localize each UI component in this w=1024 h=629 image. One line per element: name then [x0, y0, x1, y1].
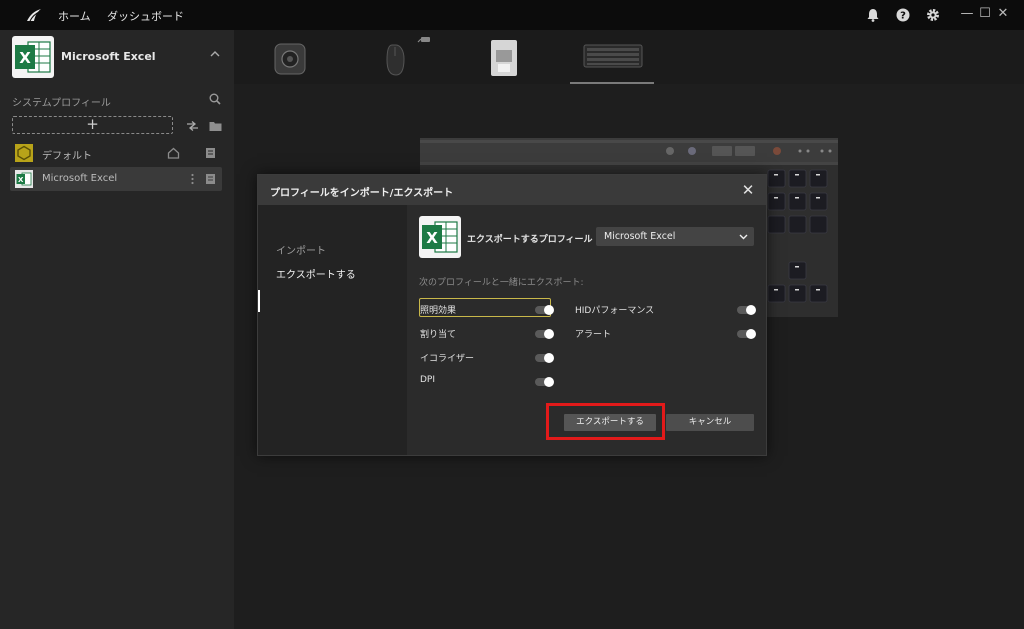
highlight-annotation-frame	[546, 403, 665, 440]
option-assignments-label: 割り当て	[420, 330, 457, 340]
import-export-dialog: プロフィールをインポート/エクスポート ✕ インポート エクスポートする X エ…	[257, 174, 767, 456]
device-bar	[234, 30, 1024, 84]
excel-icon: X	[12, 36, 54, 78]
option-equalizer-label: イコライザー	[420, 354, 475, 364]
more-vertical-icon[interactable]	[186, 173, 199, 185]
default-profile-icon	[15, 144, 33, 162]
export-with-hint: 次のプロフィールと一緒にエクスポート:	[419, 278, 584, 288]
svg-text:X: X	[19, 49, 31, 67]
excel-icon: X	[419, 216, 461, 258]
home-profile-icon[interactable]	[167, 147, 180, 159]
title-bar: ホーム ダッシュボード ? — ☐ ✕	[0, 0, 1024, 30]
option-alerts-label: アラート	[575, 330, 612, 340]
help-icon[interactable]: ?	[896, 8, 910, 22]
tab-import[interactable]: インポート	[276, 242, 326, 257]
folder-icon[interactable]	[209, 120, 222, 132]
active-profile-header[interactable]: X Microsoft Excel	[0, 30, 234, 84]
toggle-lighting[interactable]	[535, 304, 554, 315]
profile-item-default[interactable]: デフォルト	[10, 141, 222, 165]
option-hid-performance-label: HIDパフォーマンス	[575, 306, 655, 316]
sidebar: X Microsoft Excel システムプロフィール + デフォルト X M…	[0, 30, 234, 629]
dialog-tabs: インポート エクスポートする	[258, 205, 407, 455]
minimize-button[interactable]: —	[960, 6, 974, 21]
search-icon[interactable]	[209, 93, 221, 105]
toggle-dpi[interactable]	[535, 376, 554, 387]
chevron-up-icon[interactable]	[210, 49, 220, 59]
active-tab-indicator	[258, 290, 260, 312]
import-export-icon[interactable]	[186, 120, 199, 132]
mouse-device-icon	[386, 37, 430, 76]
active-profile-title: Microsoft Excel	[61, 50, 156, 63]
dialog-header: プロフィールをインポート/エクスポート ✕	[258, 175, 766, 205]
toggle-hid-performance[interactable]	[737, 304, 756, 315]
gear-icon[interactable]	[926, 8, 940, 22]
profile-item-label: Microsoft Excel	[42, 173, 118, 184]
maximize-button[interactable]: ☐	[978, 6, 992, 21]
svg-text:X: X	[426, 229, 438, 247]
corsair-logo	[27, 9, 41, 22]
tab-export[interactable]: エクスポートする	[276, 266, 356, 281]
dialog-title: プロフィールをインポート/エクスポート	[270, 188, 454, 199]
device-keyboard[interactable]	[570, 30, 654, 84]
profile-item-excel[interactable]: X Microsoft Excel	[10, 167, 222, 191]
bell-icon[interactable]	[866, 8, 880, 22]
profile-select-value: Microsoft Excel	[604, 231, 676, 242]
option-dpi-label: DPI	[420, 375, 436, 385]
onboard-memory-icon[interactable]	[204, 173, 217, 185]
device-headset-stand[interactable]	[266, 30, 316, 84]
headset-stand-device-icon	[274, 43, 306, 75]
onboard-memory-icon[interactable]	[204, 147, 217, 159]
plus-icon: +	[86, 115, 99, 133]
chevron-down-icon	[739, 234, 748, 240]
close-window-button[interactable]: ✕	[996, 6, 1010, 21]
toggle-assignments[interactable]	[535, 328, 554, 339]
keyboard-device-icon	[583, 44, 643, 68]
device-mouse[interactable]	[376, 30, 436, 84]
close-icon[interactable]: ✕	[740, 181, 756, 199]
toggle-alerts[interactable]	[737, 328, 756, 339]
nav-home[interactable]: ホーム	[58, 8, 91, 24]
export-profile-label: エクスポートするプロフィール	[467, 235, 593, 245]
profile-select[interactable]: Microsoft Excel	[596, 227, 754, 246]
dongle-device-icon	[491, 40, 517, 76]
cancel-button[interactable]: キャンセル	[666, 414, 754, 431]
add-profile-button[interactable]: +	[12, 115, 173, 134]
profile-item-label: デフォルト	[42, 151, 92, 162]
excel-icon: X	[15, 170, 33, 188]
device-wireless-dongle[interactable]	[486, 30, 526, 84]
system-profiles-label: システムプロフィール	[12, 98, 111, 109]
nav-dashboard[interactable]: ダッシュボード	[107, 8, 184, 24]
toggle-equalizer[interactable]	[535, 352, 554, 363]
svg-text:?: ?	[900, 11, 906, 22]
option-lighting-label: 照明効果	[420, 306, 457, 316]
svg-text:X: X	[18, 176, 24, 184]
